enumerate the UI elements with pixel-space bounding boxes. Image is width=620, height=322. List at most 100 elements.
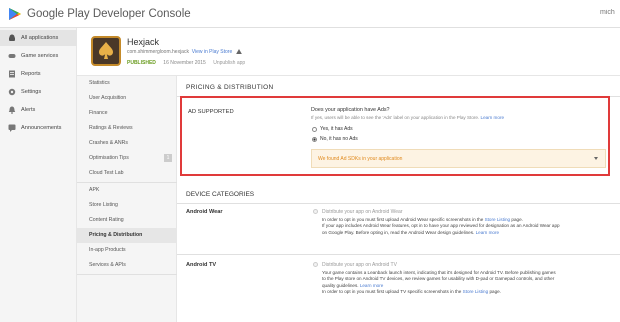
sub-nav-label: Content Rating [89,217,124,223]
sub-nav-label: User Acquisition [89,95,127,101]
nav-item-label: Announcements [21,125,62,131]
sub-nav-label: Store Listing [89,202,118,208]
radio-label: No, it has no Ads [320,136,358,142]
user-account[interactable]: mich [600,9,618,16]
text: on Google Play. Before opting in, read t… [322,229,475,235]
sub-nav-label: In-app Products [89,247,126,253]
ad-supported-label: AD SUPPORTED [188,109,234,115]
sub-nav-crashes-anrs[interactable]: Crashes & ANRs [77,136,177,151]
device-categories-title: DEVICE CATEGORIES [186,191,255,198]
android-tv-label: Android TV [186,262,217,268]
sub-nav-user-acquisition[interactable]: User Acquisition [77,91,177,106]
tv-line: In order to opt in you must first upload… [322,289,614,295]
nav-item-label: All applications [21,35,59,41]
sub-nav-services-apis[interactable]: Services & APIs [77,258,177,273]
sub-nav-pricing-distribution[interactable]: Pricing & Distribution [77,228,177,243]
ads-help-text: If yes, users will be able to see the 'A… [311,115,504,120]
alert-icon [8,106,16,114]
nav-item-alerts[interactable]: Alerts [0,102,77,118]
nav-item-label: Reports [21,71,41,77]
radio-button[interactable] [312,127,317,132]
count-badge: 1 [164,154,172,162]
nav-item-reports[interactable]: Reports [0,66,77,82]
top-bar: Google Play Developer Console mich [0,0,620,28]
tv-option-label: Distribute your app on Android TV [322,262,397,268]
gamepad-icon [8,54,16,58]
nav-item-settings[interactable]: Settings [0,84,77,100]
spade-icon [99,42,113,59]
sub-nav-statistics[interactable]: Statistics [77,76,177,91]
radio-button-selected[interactable] [312,137,317,142]
wear-option-label: Distribute your app on Android Wear [322,209,403,215]
sub-nav-label: Services & APIs [89,262,126,268]
ad-sdk-warning-dropdown[interactable]: We found Ad SDKs in your application [311,149,606,168]
sub-nav-store-listing[interactable]: Store Listing [77,198,177,213]
sub-nav-finance[interactable]: Finance [77,106,177,121]
sub-nav-label: Cloud Test Lab [89,170,124,176]
console-title: Google Play Developer Console [27,8,191,20]
warning-icon [235,49,242,55]
sub-nav-content-rating[interactable]: Content Rating [77,213,177,228]
sub-nav-label: Optimisation Tips [89,155,129,161]
nav-item-announcements[interactable]: Announcements [0,120,77,136]
nav-item-label: Settings [21,89,42,95]
android-icon [9,34,15,41]
app-icon [91,36,121,66]
app-status-line: PUBLISHED 16 November 2015 Unpublish app [127,60,245,66]
chevron-down-icon [594,157,598,160]
sub-nav-in-app-products[interactable]: In-app Products [77,243,177,258]
wear-checkbox[interactable] [313,209,318,214]
app-package: com.shimmergloom.hexjack [127,49,189,55]
text: In order to opt in you must first upload… [322,217,484,222]
nav-item-all-applications[interactable]: All applications [0,30,77,46]
wear-line: on Google Play. Before opting in, read t… [322,230,614,236]
play-logo-icon [9,8,21,20]
learn-more-link[interactable]: Learn more [481,115,505,120]
sub-nav-cloud-test-lab[interactable]: Cloud Test Lab [77,166,177,181]
developer-console: Google Play Developer Console mich All a… [0,0,620,322]
report-icon [9,70,15,78]
app-sub-nav: Statistics User Acquisition Finance Rati… [77,76,177,322]
radio-has-ads[interactable]: Yes, it has Ads [312,126,372,134]
sub-nav-ratings-reviews[interactable]: Ratings & Reviews [77,121,177,136]
android-wear-label: Android Wear [186,209,223,215]
tv-checkbox[interactable] [313,262,318,267]
sub-nav-label: Statistics [89,80,110,86]
wear-description: In order to opt in you must first upload… [322,217,614,236]
text: page. [489,289,501,295]
ad-sdk-warning-text: We found Ad SDKs in your application [318,156,403,162]
gear-icon [8,88,16,96]
primary-nav: All applications Game services Reports S… [0,28,77,322]
store-listing-link[interactable]: Store Listing [485,217,511,222]
store-listing-link[interactable]: Store Listing [463,289,489,294]
ads-help-sentence: If yes, users will be able to see the 'A… [311,115,480,120]
section-divider [177,203,620,204]
radio-no-ads[interactable]: No, it has no Ads [312,136,372,144]
learn-more-link[interactable]: Learn more [360,283,384,288]
learn-more-link[interactable]: Learn more [476,230,500,235]
view-in-play-store-link[interactable]: View in Play Store [192,49,232,55]
tv-description: Your game contains a Leanback launch int… [322,270,614,296]
ads-question: Does your application have Ads? [311,107,390,113]
text: page. [511,217,523,222]
unpublish-app-link[interactable]: Unpublish app [213,60,245,66]
nav-item-label: Alerts [21,107,36,113]
nav-item-game-services[interactable]: Game services [0,48,77,64]
sub-nav-label: Ratings & Reviews [89,125,133,131]
app-header: Hexjack com.shimmergloom.hexjack View in… [77,28,620,76]
sub-nav-divider [77,274,177,275]
sub-nav-label: APK [89,187,100,193]
app-name: Hexjack [127,37,160,47]
sub-nav-label: Pricing & Distribution [89,232,143,238]
ad-supported-section: AD SUPPORTED Does your application have … [180,96,610,176]
main-content: PRICING & DISTRIBUTION AD SUPPORTED Does… [177,76,620,322]
radio-label: Yes, it has Ads [320,126,353,132]
sub-nav-optimisation-tips[interactable]: Optimisation Tips 1 [77,151,177,166]
app-package-line: com.shimmergloom.hexjack View in Play St… [127,49,242,55]
status-badge: PUBLISHED [127,60,156,66]
nav-item-label: Game services [21,53,59,59]
text: quality guidelines. [322,282,359,288]
sub-nav-apk[interactable]: APK [77,183,177,198]
sub-nav-label: Finance [89,110,108,116]
announcement-icon [8,124,16,132]
